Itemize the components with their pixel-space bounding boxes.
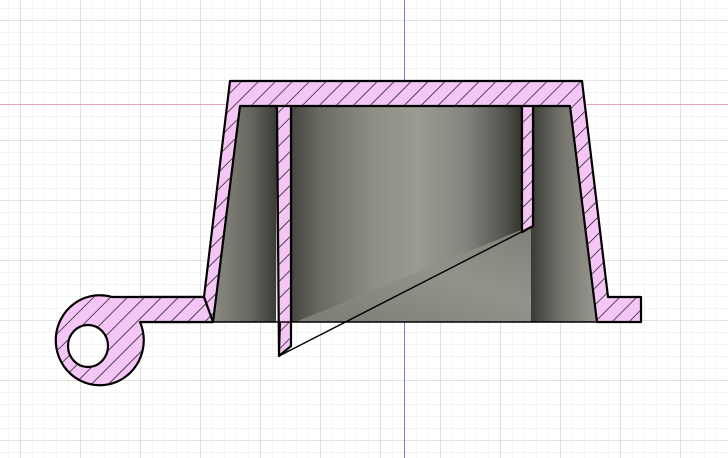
cad-viewport[interactable] xyxy=(0,0,728,458)
inner-tube-section[interactable] xyxy=(275,104,293,358)
inner-wall-right-section[interactable] xyxy=(520,104,535,234)
shaded-interior xyxy=(213,106,597,322)
section-view-canvas[interactable] xyxy=(0,0,728,458)
tube-edge-line xyxy=(278,321,281,357)
